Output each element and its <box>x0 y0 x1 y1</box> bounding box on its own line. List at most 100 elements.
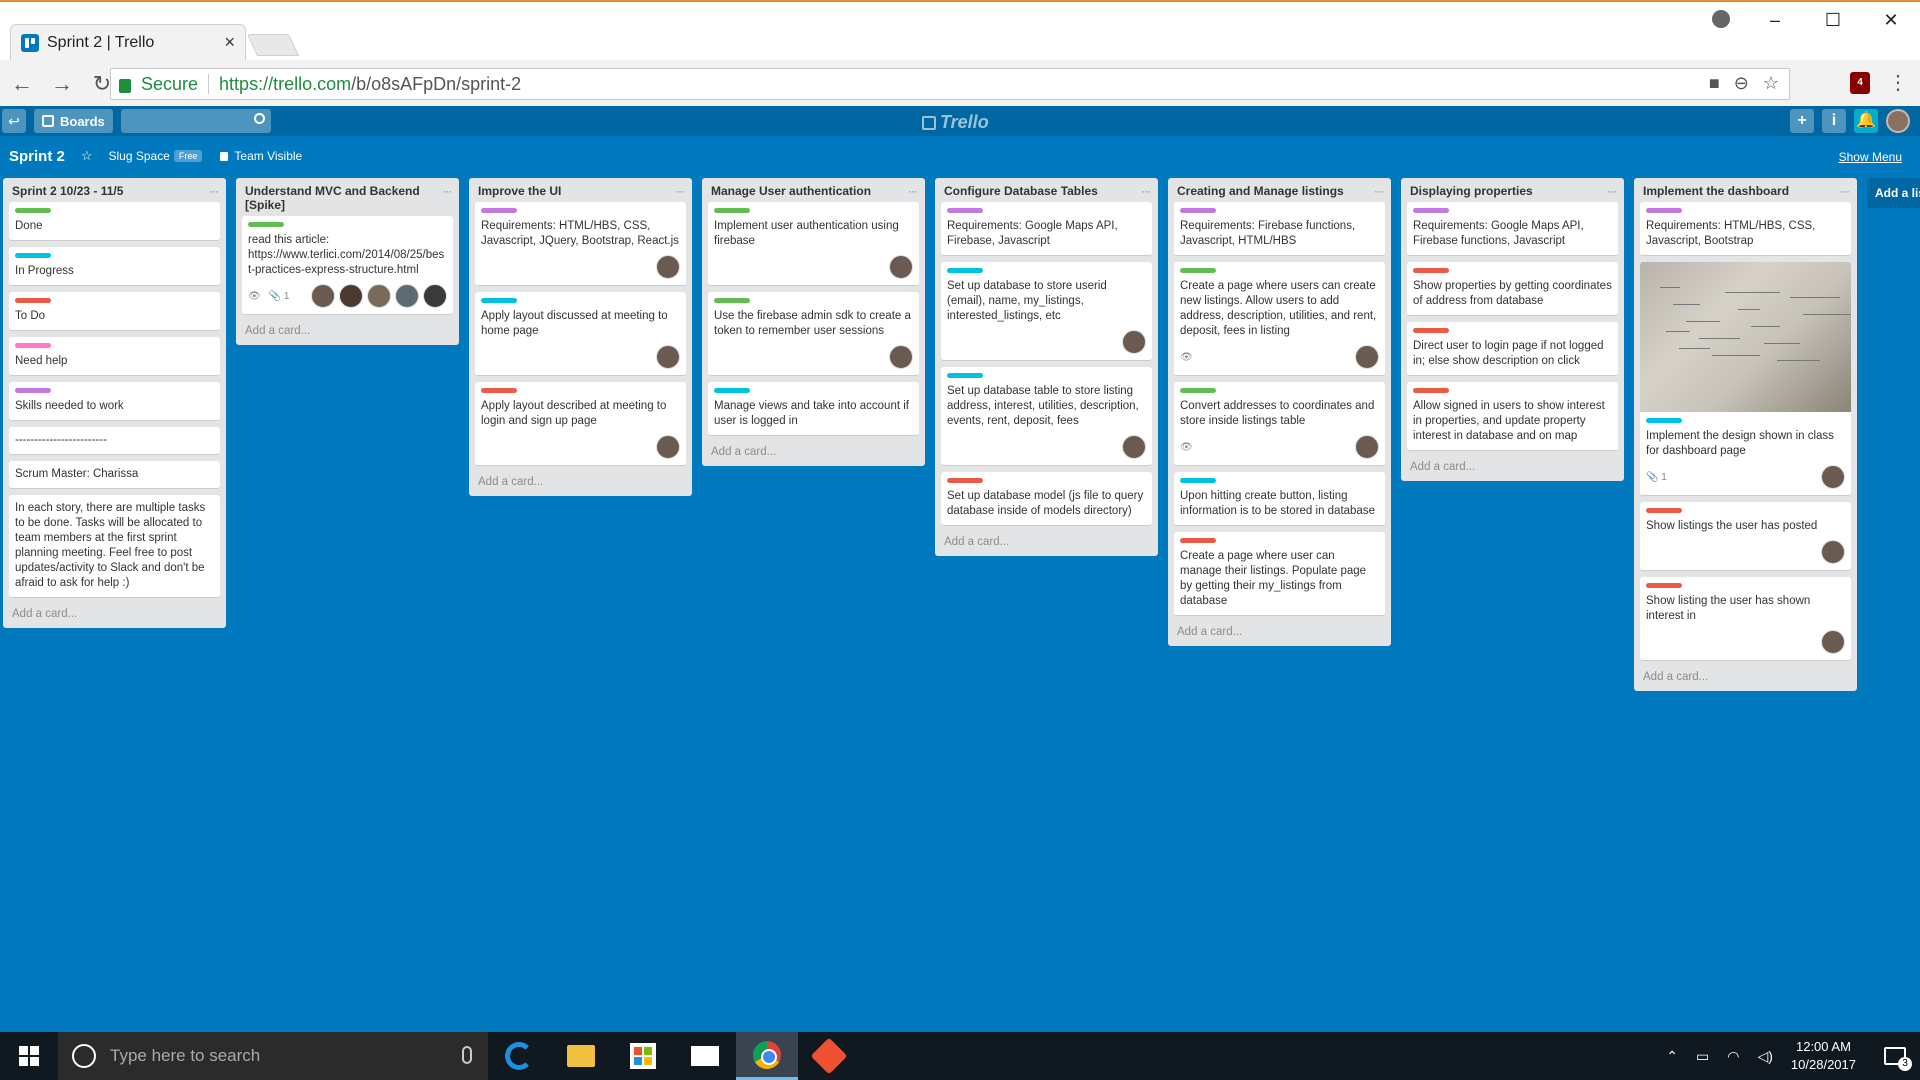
card[interactable]: Direct user to login page if not logged … <box>1407 322 1618 376</box>
card[interactable]: To Do <box>9 292 220 331</box>
show-menu-link[interactable]: Show Menu <box>1839 150 1902 164</box>
member-avatar[interactable] <box>339 284 363 308</box>
card-label-purple[interactable] <box>481 208 517 213</box>
list-title[interactable]: Understand MVC and Backend [Spike] <box>245 184 442 212</box>
card[interactable]: Allow signed in users to show interest i… <box>1407 382 1618 451</box>
team-name[interactable]: Slug Space <box>109 149 170 163</box>
list-menu-icon[interactable]: ··· <box>442 184 452 212</box>
member-avatar[interactable] <box>1122 330 1146 354</box>
member-avatar[interactable] <box>367 284 391 308</box>
card-label-blue[interactable] <box>481 298 517 303</box>
card[interactable]: Show properties by getting coordinates o… <box>1407 262 1618 316</box>
info-button[interactable]: i <box>1822 109 1846 133</box>
back-arrow-icon[interactable]: ← <box>4 71 40 97</box>
card[interactable]: Create a page where user can manage thei… <box>1174 532 1385 616</box>
boards-button[interactable]: Boards <box>34 109 113 133</box>
card[interactable]: Requirements: Firebase functions, Javasc… <box>1174 202 1385 256</box>
list-menu-icon[interactable]: ··· <box>675 184 685 198</box>
card-label-red[interactable] <box>481 388 517 393</box>
visibility-button[interactable]: Team Visible <box>220 149 302 163</box>
card[interactable]: Implement user authentication using fire… <box>708 202 919 286</box>
taskbar-chrome[interactable] <box>736 1032 798 1080</box>
zoom-icon[interactable]: ⊖ <box>1734 73 1749 94</box>
list-menu-icon[interactable]: ··· <box>908 184 918 198</box>
card[interactable]: Requirements: Google Maps API, Firebase,… <box>941 202 1152 256</box>
card-label-green[interactable] <box>714 298 750 303</box>
add-card-link[interactable]: Add a card... <box>935 532 1158 550</box>
card[interactable]: Done <box>9 202 220 241</box>
member-avatar[interactable] <box>656 255 680 279</box>
taskbar-mail[interactable] <box>674 1032 736 1080</box>
add-list-button[interactable]: Add a list... <box>1867 178 1920 208</box>
chrome-menu-icon[interactable]: ⋮ <box>1888 70 1908 95</box>
list-menu-icon[interactable]: ··· <box>1607 184 1617 198</box>
card[interactable]: read this article: https://www.terlici.c… <box>242 216 453 315</box>
address-bar[interactable]: Secure https://trello.com/b/o8sAFpDn/spr… <box>110 68 1790 100</box>
card-label-green[interactable] <box>15 208 51 213</box>
card-label-red[interactable] <box>1413 328 1449 333</box>
card-label-blue[interactable] <box>714 388 750 393</box>
trello-logo[interactable]: Trello <box>922 112 989 133</box>
member-avatar[interactable] <box>1122 435 1146 459</box>
tab-close-icon[interactable]: × <box>224 32 235 53</box>
member-avatar[interactable] <box>395 284 419 308</box>
add-card-link[interactable]: Add a card... <box>236 321 459 339</box>
card-label-red[interactable] <box>947 478 983 483</box>
card[interactable]: Show listing the user has shown interest… <box>1640 577 1851 661</box>
camera-icon[interactable]: ■ <box>1709 73 1720 94</box>
minimize-button[interactable]: – <box>1746 10 1804 31</box>
add-card-link[interactable]: Add a card... <box>1634 667 1857 685</box>
clock[interactable]: 12:00 AM 10/28/2017 <box>1791 1038 1856 1074</box>
list-title[interactable]: Implement the dashboard <box>1643 184 1789 198</box>
member-avatar[interactable] <box>1355 345 1379 369</box>
taskbar-git[interactable] <box>798 1032 860 1080</box>
card[interactable]: Need help <box>9 337 220 376</box>
taskbar-store[interactable] <box>612 1032 674 1080</box>
card[interactable]: Apply layout discussed at meeting to hom… <box>475 292 686 376</box>
card[interactable]: Requirements: Google Maps API, Firebase … <box>1407 202 1618 256</box>
card[interactable]: ------------------------ <box>9 427 220 455</box>
add-card-link[interactable]: Add a card... <box>1168 622 1391 640</box>
taskbar-search[interactable]: Type here to search <box>58 1032 488 1080</box>
member-avatar[interactable] <box>1355 435 1379 459</box>
card[interactable]: Set up database model (js file to query … <box>941 472 1152 526</box>
add-card-link[interactable]: Add a card... <box>469 472 692 490</box>
list-menu-icon[interactable]: ··· <box>209 184 219 198</box>
list-menu-icon[interactable]: ··· <box>1374 184 1384 198</box>
ublock-icon[interactable]: 4 <box>1850 71 1870 94</box>
board-title[interactable]: Sprint 2 <box>9 148 65 165</box>
card-label-blue[interactable] <box>15 253 51 258</box>
list-title[interactable]: Sprint 2 10/23 - 11/5 <box>12 184 123 198</box>
card[interactable]: Set up database to store userid (email),… <box>941 262 1152 361</box>
card-label-blue[interactable] <box>1180 478 1216 483</box>
member-avatar[interactable] <box>1821 465 1845 489</box>
add-card-link[interactable]: Add a card... <box>1401 457 1624 475</box>
member-avatar[interactable] <box>423 284 447 308</box>
list-title[interactable]: Configure Database Tables <box>944 184 1098 198</box>
card-label-red[interactable] <box>1413 268 1449 273</box>
taskbar-edge[interactable] <box>488 1032 550 1080</box>
battery-icon[interactable]: ▭ <box>1696 1048 1709 1065</box>
card[interactable]: Scrum Master: Charissa <box>9 461 220 489</box>
start-button[interactable] <box>0 1032 58 1080</box>
close-window-button[interactable]: ✕ <box>1862 10 1920 31</box>
add-button[interactable]: + <box>1790 109 1814 133</box>
card-label-blue[interactable] <box>947 373 983 378</box>
card-label-purple[interactable] <box>1413 208 1449 213</box>
new-tab-button[interactable] <box>246 34 300 56</box>
action-center-icon[interactable]: 3 <box>1884 1047 1912 1071</box>
list-title[interactable]: Improve the UI <box>478 184 561 198</box>
card-label-purple[interactable] <box>1646 208 1682 213</box>
card[interactable]: Implement the design shown in class for … <box>1640 262 1851 496</box>
wifi-icon[interactable]: ◠ <box>1727 1048 1739 1065</box>
card[interactable]: Requirements: HTML/HBS, CSS, Javascript,… <box>1640 202 1851 256</box>
list-menu-icon[interactable]: ··· <box>1840 184 1850 198</box>
card-label-green[interactable] <box>1180 268 1216 273</box>
card[interactable]: Upon hitting create button, listing info… <box>1174 472 1385 526</box>
list-title[interactable]: Creating and Manage listings <box>1177 184 1344 198</box>
member-avatar[interactable] <box>311 284 335 308</box>
card-label-purple[interactable] <box>947 208 983 213</box>
add-card-link[interactable]: Add a card... <box>3 604 226 622</box>
card[interactable]: Convert addresses to coordinates and sto… <box>1174 382 1385 466</box>
add-card-link[interactable]: Add a card... <box>702 442 925 460</box>
